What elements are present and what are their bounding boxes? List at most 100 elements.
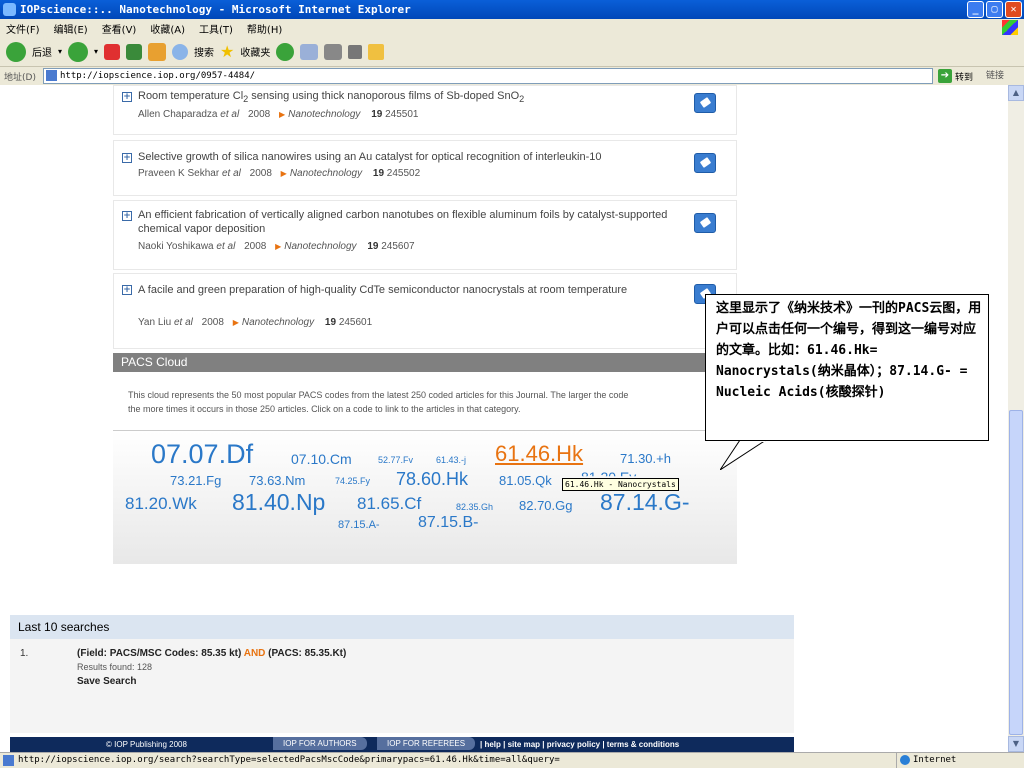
pacs-code-link[interactable]: 73.63.Nm bbox=[249, 473, 305, 488]
pacs-code-link[interactable]: 52.77.Fv bbox=[378, 455, 413, 465]
expand-icon[interactable]: + bbox=[122, 285, 132, 295]
go-label: 转到 bbox=[955, 72, 974, 83]
iop-for-authors-button[interactable]: IOP FOR AUTHORS bbox=[273, 737, 367, 750]
back-icon[interactable] bbox=[6, 41, 26, 62]
menu-tools[interactable]: 工具(T) bbox=[199, 21, 233, 36]
scroll-thumb[interactable] bbox=[1009, 410, 1023, 735]
tag-icon[interactable] bbox=[694, 93, 716, 113]
mail-icon[interactable] bbox=[300, 43, 319, 60]
pacs-cloud: 07.07.Df 07.10.Cm 52.77.Fv 61.43.-j 61.4… bbox=[113, 430, 737, 564]
pacs-code-link[interactable]: 81.20.Wk bbox=[125, 494, 197, 514]
expand-icon[interactable]: + bbox=[122, 153, 132, 163]
article-title[interactable]: Room temperature Cl2 sensing using thick… bbox=[138, 89, 678, 106]
scroll-up-icon[interactable]: ▲ bbox=[1008, 85, 1024, 101]
article-title[interactable]: An efficient fabrication of vertically a… bbox=[138, 208, 678, 236]
address-url: http://iopscience.iop.org/0957-4484/ bbox=[60, 71, 256, 81]
save-search-link[interactable]: Save Search bbox=[77, 676, 137, 687]
pacs-code-link[interactable]: 87.14.G- bbox=[600, 489, 690, 516]
search-icon[interactable] bbox=[172, 43, 189, 60]
page-icon bbox=[46, 70, 57, 81]
article-item: + Room temperature Cl2 sensing using thi… bbox=[113, 85, 737, 135]
favorites-button-label[interactable]: 收藏夹 bbox=[240, 44, 270, 59]
pacs-code-link[interactable]: 61.43.-j bbox=[436, 455, 466, 465]
article-item: + An efficient fabrication of vertically… bbox=[113, 200, 737, 270]
annotation-callout: 这里显示了《纳米技术》一刊的PACS云图，用户可以点击任何一个编号，得到这一编号… bbox=[705, 294, 989, 441]
page-footer: © IOP Publishing 2008 IOP FOR AUTHORS IO… bbox=[10, 737, 794, 752]
address-input[interactable]: http://iopscience.iop.org/0957-4484/ bbox=[43, 68, 933, 84]
menu-favorites[interactable]: 收藏(A) bbox=[150, 21, 185, 36]
history-icon[interactable] bbox=[276, 42, 295, 61]
article-journal[interactable]: Nanotechnology bbox=[284, 241, 356, 252]
pacs-code-link[interactable]: 07.07.Df bbox=[151, 439, 253, 470]
article-journal[interactable]: Nanotechnology bbox=[290, 168, 362, 179]
stop-icon[interactable] bbox=[104, 43, 121, 60]
browser-toolbar: 后退 ▾ ▾ 搜索 ★ 收藏夹 bbox=[0, 37, 1024, 67]
back-dropdown-icon[interactable]: ▾ bbox=[58, 47, 62, 56]
menu-file[interactable]: 文件(F) bbox=[6, 21, 40, 36]
article-meta: Naoki Yoshikawa et al 2008 ▶ Nanotechnolo… bbox=[138, 241, 415, 252]
pacs-code-link[interactable]: 87.15.B- bbox=[418, 514, 478, 532]
pacs-desc-line: This cloud represents the 50 most popula… bbox=[128, 390, 629, 400]
links-button[interactable]: 链接 bbox=[986, 68, 1004, 81]
arrow-icon: ▶ bbox=[280, 169, 287, 178]
article-journal[interactable]: Nanotechnology bbox=[288, 109, 360, 120]
back-button-label[interactable]: 后退 bbox=[32, 44, 52, 59]
pacs-code-link[interactable]: 78.60.Hk bbox=[396, 469, 468, 490]
expand-icon[interactable]: + bbox=[122, 211, 132, 221]
home-icon[interactable] bbox=[148, 42, 167, 61]
minimize-button[interactable]: _ bbox=[967, 1, 984, 18]
search-query-part: (PACS: 85.35.Kt) bbox=[268, 648, 347, 659]
close-button[interactable]: ✕ bbox=[1005, 1, 1022, 18]
menu-view[interactable]: 查看(V) bbox=[102, 21, 137, 36]
forward-icon[interactable] bbox=[68, 41, 89, 62]
pacs-code-link[interactable]: 74.25.Fy bbox=[335, 476, 370, 486]
globe-icon bbox=[900, 755, 910, 765]
forward-dropdown-icon[interactable]: ▾ bbox=[94, 47, 98, 56]
tag-icon[interactable] bbox=[694, 153, 716, 173]
vertical-scrollbar[interactable]: ▲ ▼ bbox=[1008, 85, 1024, 752]
pacs-code-link[interactable]: 07.10.Cm bbox=[291, 451, 352, 467]
pacs-code-link[interactable]: 71.30.+h bbox=[620, 451, 671, 466]
arrow-icon: ▶ bbox=[275, 242, 282, 251]
menu-bar: 文件(F) 编辑(E) 查看(V) 收藏(A) 工具(T) 帮助(H) bbox=[0, 19, 1024, 37]
pacs-code-link[interactable]: 82.70.Gg bbox=[519, 498, 573, 513]
expand-icon[interactable]: + bbox=[122, 92, 132, 102]
pacs-cloud-heading: PACS Cloud bbox=[113, 353, 737, 372]
pacs-code-link[interactable]: 81.65.Cf bbox=[357, 494, 421, 514]
tag-icon[interactable] bbox=[694, 213, 716, 233]
pacs-desc-line: the more times it occurs in those 250 ar… bbox=[128, 404, 521, 414]
search-button-label[interactable]: 搜索 bbox=[194, 44, 214, 59]
search-query[interactable]: (Field: PACS/MSC Codes: 85.35 kt) AND (P… bbox=[77, 648, 346, 659]
pacs-code-link-hovered[interactable]: 61.46.Hk bbox=[495, 441, 583, 467]
iop-for-referees-button[interactable]: IOP FOR REFEREES bbox=[377, 737, 476, 750]
refresh-icon[interactable] bbox=[126, 43, 143, 60]
article-title[interactable]: Selective growth of silica nanowires usi… bbox=[138, 150, 678, 164]
maximize-button[interactable]: ▢ bbox=[986, 1, 1003, 18]
article-title[interactable]: A facile and green preparation of high-q… bbox=[138, 283, 678, 297]
pacs-code-link[interactable]: 87.15.A- bbox=[338, 519, 380, 531]
article-etal: et al bbox=[173, 317, 193, 328]
menu-help[interactable]: 帮助(H) bbox=[247, 21, 282, 36]
pacs-code-link[interactable]: 82.35.Gh bbox=[456, 502, 493, 512]
results-found: Results found: 128 bbox=[77, 662, 153, 672]
page-content: + Room temperature Cl2 sensing using thi… bbox=[0, 85, 1008, 752]
pacs-code-link[interactable]: 81.05.Qk bbox=[499, 473, 552, 488]
pacs-code-link[interactable]: 73.21.Fg bbox=[170, 473, 221, 488]
go-button[interactable]: ➔ 转到 bbox=[938, 68, 973, 84]
arrow-icon: ▶ bbox=[232, 318, 239, 327]
print-icon[interactable] bbox=[324, 43, 343, 60]
article-journal[interactable]: Nanotechnology bbox=[242, 317, 314, 328]
arrow-icon: ▶ bbox=[279, 110, 286, 119]
window-title: IOPscience::.. Nanotechnology - Microsof… bbox=[20, 3, 411, 16]
messenger-icon[interactable] bbox=[368, 43, 385, 60]
scroll-down-icon[interactable]: ▼ bbox=[1008, 736, 1024, 752]
article-number: 245502 bbox=[386, 168, 421, 179]
article-item: + Selective growth of silica nanowires u… bbox=[113, 140, 737, 196]
menu-edit[interactable]: 编辑(E) bbox=[54, 21, 88, 36]
article-year: 2008 bbox=[247, 109, 271, 120]
footer-links[interactable]: | help | site map | privacy policy | ter… bbox=[480, 737, 679, 752]
edit-icon[interactable] bbox=[348, 44, 363, 59]
pacs-code-link[interactable]: 81.40.Np bbox=[232, 489, 325, 516]
article-year: 2008 bbox=[249, 168, 272, 179]
favorites-star-icon[interactable]: ★ bbox=[220, 42, 234, 61]
